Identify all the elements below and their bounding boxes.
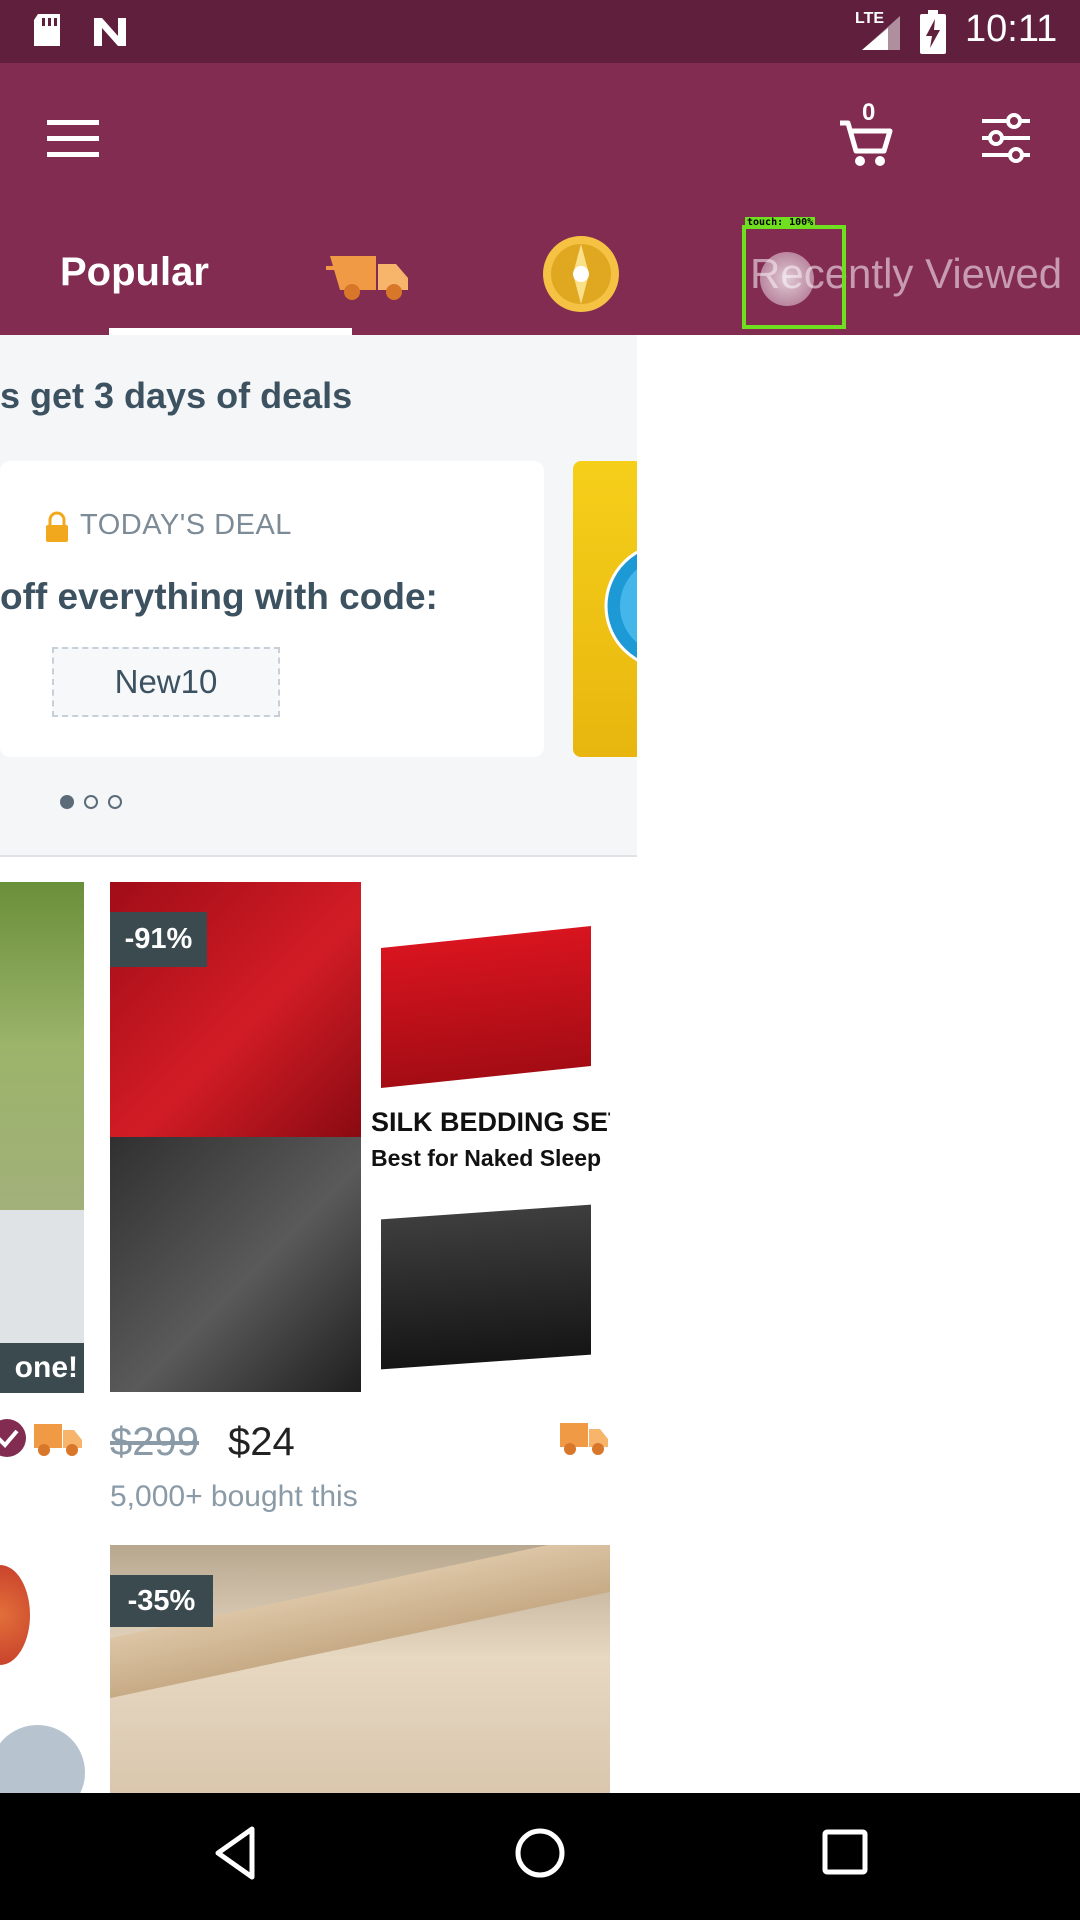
deals-title: s get 3 days of deals	[0, 375, 353, 416]
verified-badge-icon	[0, 1419, 26, 1457]
deal-label: TODAY'S DEAL	[80, 509, 292, 541]
delivery-truck-icon	[560, 1423, 608, 1455]
image-panel-black	[110, 1137, 361, 1392]
image-title: SILK BEDDING SET	[371, 1107, 610, 1137]
sd-card-icon	[34, 14, 60, 46]
back-icon[interactable]	[210, 1823, 260, 1883]
home-icon[interactable]	[513, 1823, 567, 1883]
discount-badge: -91%	[110, 912, 207, 967]
pager-dot	[84, 795, 98, 809]
blitz-buy-icon[interactable]	[541, 234, 621, 314]
product-image-partial[interactable]	[0, 1725, 85, 1793]
recents-icon[interactable]	[820, 1823, 870, 1883]
signal-icon	[862, 16, 900, 50]
tab-selected-indicator	[109, 328, 352, 335]
bought-count: 5,000+ bought this	[110, 1480, 358, 1513]
status-badge: one!	[0, 1343, 84, 1393]
touch-label: touch: 100%	[745, 217, 816, 228]
image-panel-right: SILK BEDDING SET Best for Naked Sleep	[361, 882, 610, 1392]
system-nav-bar	[0, 1793, 1080, 1920]
deals-section: s get 3 days of deals TODAY'S DEAL off e…	[0, 335, 637, 857]
black-sheet-stack	[381, 1204, 591, 1370]
fast-delivery-truck-icon[interactable]	[326, 246, 414, 302]
pager-dot	[108, 795, 122, 809]
feed[interactable]: s get 3 days of deals TODAY'S DEAL off e…	[0, 335, 637, 1793]
price-original: $299	[110, 1420, 199, 1464]
price: $24	[228, 1420, 295, 1464]
red-sheet-stack	[381, 925, 591, 1089]
cart-button[interactable]: 0	[838, 99, 898, 169]
spin-wheel-icon	[604, 550, 637, 662]
product-image-partial[interactable]	[0, 1210, 84, 1350]
deal-card-next[interactable]	[573, 461, 637, 757]
carousel-pager	[60, 795, 122, 809]
status-bar: LTE 10:11	[0, 0, 1080, 63]
tab-popular[interactable]: Popular	[60, 250, 209, 295]
cart-count: 0	[862, 99, 876, 126]
n-logo-icon	[94, 18, 126, 46]
image-subtitle: Best for Naked Sleep	[371, 1145, 602, 1171]
touch-highlight-box	[742, 225, 846, 329]
deal-text: off everything with code:	[0, 576, 438, 617]
discount-badge: -35%	[110, 1575, 213, 1627]
delivery-truck-icon	[34, 1424, 82, 1456]
product-image-partial[interactable]	[0, 1565, 30, 1665]
pager-dot	[60, 795, 74, 809]
promo-code[interactable]: New10	[52, 647, 280, 717]
product-image-partial[interactable]	[0, 882, 84, 1210]
status-time: 10:11	[965, 8, 1058, 50]
lock-icon	[46, 511, 68, 542]
menu-icon[interactable]	[47, 118, 99, 158]
filter-icon[interactable]	[980, 113, 1032, 163]
battery-charging-icon	[920, 10, 946, 54]
